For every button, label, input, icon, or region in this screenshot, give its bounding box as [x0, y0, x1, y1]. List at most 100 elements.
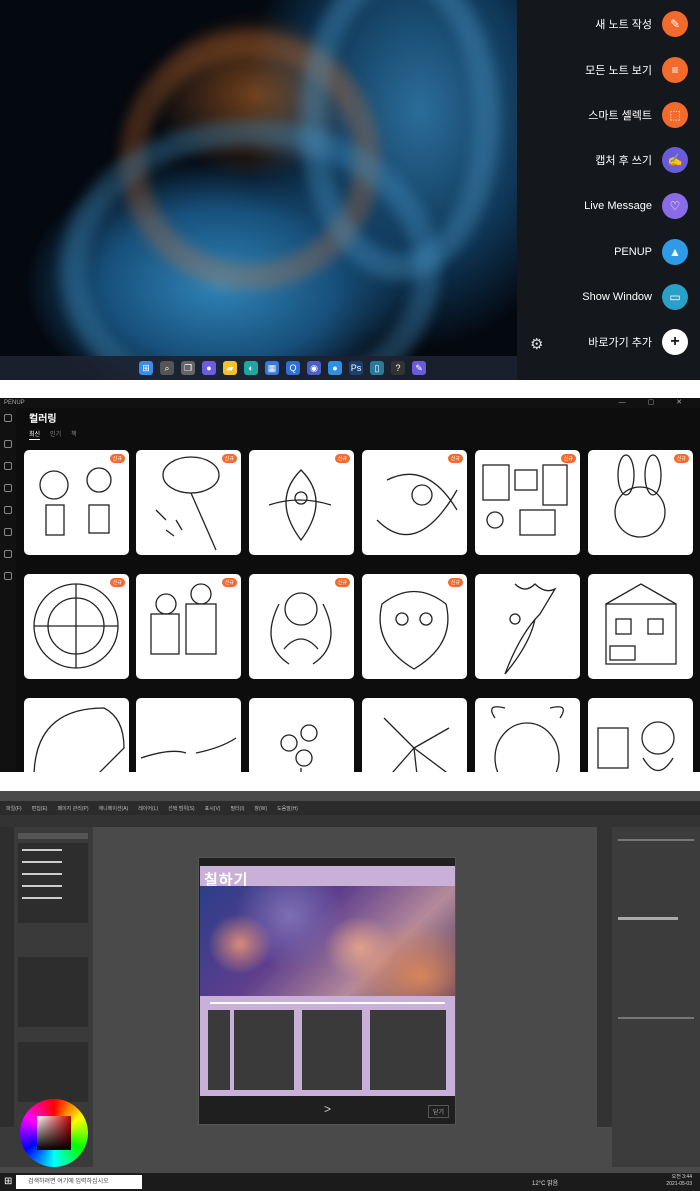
menu-icon[interactable]	[4, 414, 12, 422]
coloring-line-art	[39, 467, 112, 536]
tab-books[interactable]: 책	[71, 429, 77, 440]
coloring-icon[interactable]	[4, 506, 12, 514]
store-icon[interactable]: ▦	[265, 361, 279, 375]
menu-item[interactable]: 편집(E)	[32, 805, 48, 812]
color-picker-square[interactable]	[37, 1116, 71, 1150]
air-command-item[interactable]: Show Window ▭	[582, 283, 688, 311]
notes-icon[interactable]: ≡	[662, 57, 688, 83]
window-controls[interactable]: — ▢ ✕	[619, 398, 692, 408]
air-command-label: 스마트 셀렉트	[588, 110, 652, 122]
search-app-icon[interactable]: Q	[286, 361, 300, 375]
home-icon[interactable]	[4, 440, 12, 448]
search-icon[interactable]: ⌕	[160, 361, 174, 375]
galaxy-tab-screenshot: ⊞ ⌕ ❐ ● ▰ ◐ ▦ Q ◉ ● Ps ▯? ✎ ⚙ 새 노트 작성 ✎ 모든 노트 보기 ≡ 스마트 셀…	[0, 0, 700, 380]
coloring-card[interactable]: 신규	[136, 450, 241, 555]
menu-item[interactable]: 레이어(L)	[138, 805, 158, 812]
task-view-icon[interactable]: ❐	[181, 361, 195, 375]
tool-palette[interactable]	[0, 827, 14, 1127]
smart-select-icon[interactable]: ⬚	[662, 102, 688, 128]
new-badge: 신규	[447, 578, 463, 587]
coloring-line-art	[597, 721, 675, 772]
air-command-item[interactable]: 새 노트 작성 ✎	[595, 10, 688, 38]
challenge-icon[interactable]	[4, 484, 12, 492]
menu-item[interactable]: 파일(F)	[6, 805, 22, 812]
circle-app-icon[interactable]: ◉	[307, 361, 321, 375]
photoshop-icon[interactable]: Ps	[349, 361, 363, 375]
tab-latest[interactable]: 최신	[29, 429, 41, 440]
coloring-card[interactable]	[475, 698, 580, 772]
menu-item[interactable]: 선택 범위(S)	[168, 805, 194, 812]
penup-icon[interactable]: ▲	[662, 239, 688, 265]
next-button[interactable]: >	[324, 1102, 331, 1116]
tutorial-dialog: 칠하기 > 닫기	[198, 857, 456, 1125]
coloring-card[interactable]: 신규	[475, 450, 580, 555]
blue-app-icon[interactable]: ●	[328, 361, 342, 375]
coloring-card[interactable]	[24, 698, 129, 772]
file-explorer-icon[interactable]: ▰	[223, 361, 237, 375]
air-command-item[interactable]: 모든 노트 보기 ≡	[585, 56, 688, 84]
profile-icon[interactable]	[4, 572, 12, 580]
start-icon[interactable]: ⊞	[139, 361, 153, 375]
new-badge: 신규	[673, 454, 689, 463]
tablet-icon[interactable]: ▯	[370, 361, 384, 375]
clock-time: 오전 3:44	[671, 1174, 692, 1180]
menu-item[interactable]: 표시(V)	[205, 805, 221, 812]
show-window-icon[interactable]: ▭	[662, 284, 688, 310]
tab-popular[interactable]: 인기	[50, 429, 61, 440]
menu-item[interactable]: 창(W)	[254, 805, 267, 812]
gear-icon[interactable]: ⚙	[530, 335, 543, 353]
coloring-card[interactable]: 신규	[249, 574, 354, 679]
coloring-card[interactable]	[475, 574, 580, 679]
coloring-card[interactable]: 신규	[588, 450, 693, 555]
air-command-label: 캡처 후 쓰기	[595, 155, 652, 167]
tutorial-painting	[200, 886, 455, 996]
edge-icon[interactable]: ◐	[244, 361, 258, 375]
note-plus-icon[interactable]: ✎	[662, 11, 688, 37]
coloring-card[interactable]	[588, 574, 693, 679]
notice-icon[interactable]	[4, 550, 12, 558]
coloring-card[interactable]	[249, 698, 354, 772]
explore-icon[interactable]	[4, 462, 12, 470]
tutorial-screens	[200, 996, 455, 1096]
coloring-card[interactable]: 신규	[136, 574, 241, 679]
menu-item[interactable]: 페이지 관리(P)	[57, 805, 88, 812]
taskbar-search-input[interactable]: 검색하려면 여기에 입력하십시오	[16, 1175, 142, 1189]
new-badge: 신규	[447, 454, 463, 463]
pen-app-icon[interactable]: ✎	[412, 361, 426, 375]
coloring-card[interactable]: 신규	[362, 450, 467, 555]
desktop-wallpaper	[0, 0, 517, 380]
coloring-card[interactable]	[362, 698, 467, 772]
air-command-item[interactable]: 캡처 후 쓰기 ✍	[595, 146, 688, 174]
coloring-card[interactable]: 신규	[24, 574, 129, 679]
coloring-line-art	[140, 737, 237, 759]
clip-studio-icon[interactable]: ?	[391, 361, 405, 375]
weather-widget[interactable]: 12°C 맑음	[532, 1178, 558, 1187]
new-badge: 신규	[109, 454, 125, 463]
coloring-card[interactable]: 신규	[249, 450, 354, 555]
right-toolbar[interactable]	[597, 827, 612, 1127]
air-command-item[interactable]: 스마트 셀렉트 ⬚	[588, 101, 688, 129]
live-message-icon[interactable]: ♡	[662, 193, 688, 219]
start-icon[interactable]: ⊞	[4, 1176, 12, 1187]
coloring-card[interactable]: 신규	[362, 574, 467, 679]
menu-item[interactable]: 애니메이션(A)	[99, 805, 129, 812]
layer-panel	[612, 827, 700, 1167]
coloring-card[interactable]	[136, 698, 241, 772]
air-command-item[interactable]: PENUP ▲	[614, 238, 688, 266]
screen-write-icon[interactable]: ✍	[662, 147, 688, 173]
system-clock[interactable]: 오전 3:44 2021-05-03	[666, 1174, 692, 1188]
menu-item[interactable]: 필터(I)	[230, 805, 244, 812]
coloring-line-art	[155, 456, 220, 551]
air-command-item[interactable]: 바로가기 추가 +	[588, 328, 688, 356]
coloring-line-art	[270, 592, 332, 665]
air-command-menu: ⚙ 새 노트 작성 ✎ 모든 노트 보기 ≡ 스마트 셀렉트 ⬚ 캡처 후 쓰기 ✍ Live …	[517, 0, 700, 380]
add-shortcut-icon[interactable]: +	[662, 329, 688, 355]
coloring-card[interactable]: 신규	[24, 450, 129, 555]
chat-icon[interactable]: ●	[202, 361, 216, 375]
live-drawing-icon[interactable]	[4, 528, 12, 536]
coloring-card[interactable]	[588, 698, 693, 772]
menu-item[interactable]: 도움말(H)	[277, 805, 298, 812]
air-command-item[interactable]: Live Message ♡	[584, 192, 688, 220]
coloring-line-art	[491, 706, 564, 772]
close-button[interactable]: 닫기	[427, 1105, 449, 1118]
